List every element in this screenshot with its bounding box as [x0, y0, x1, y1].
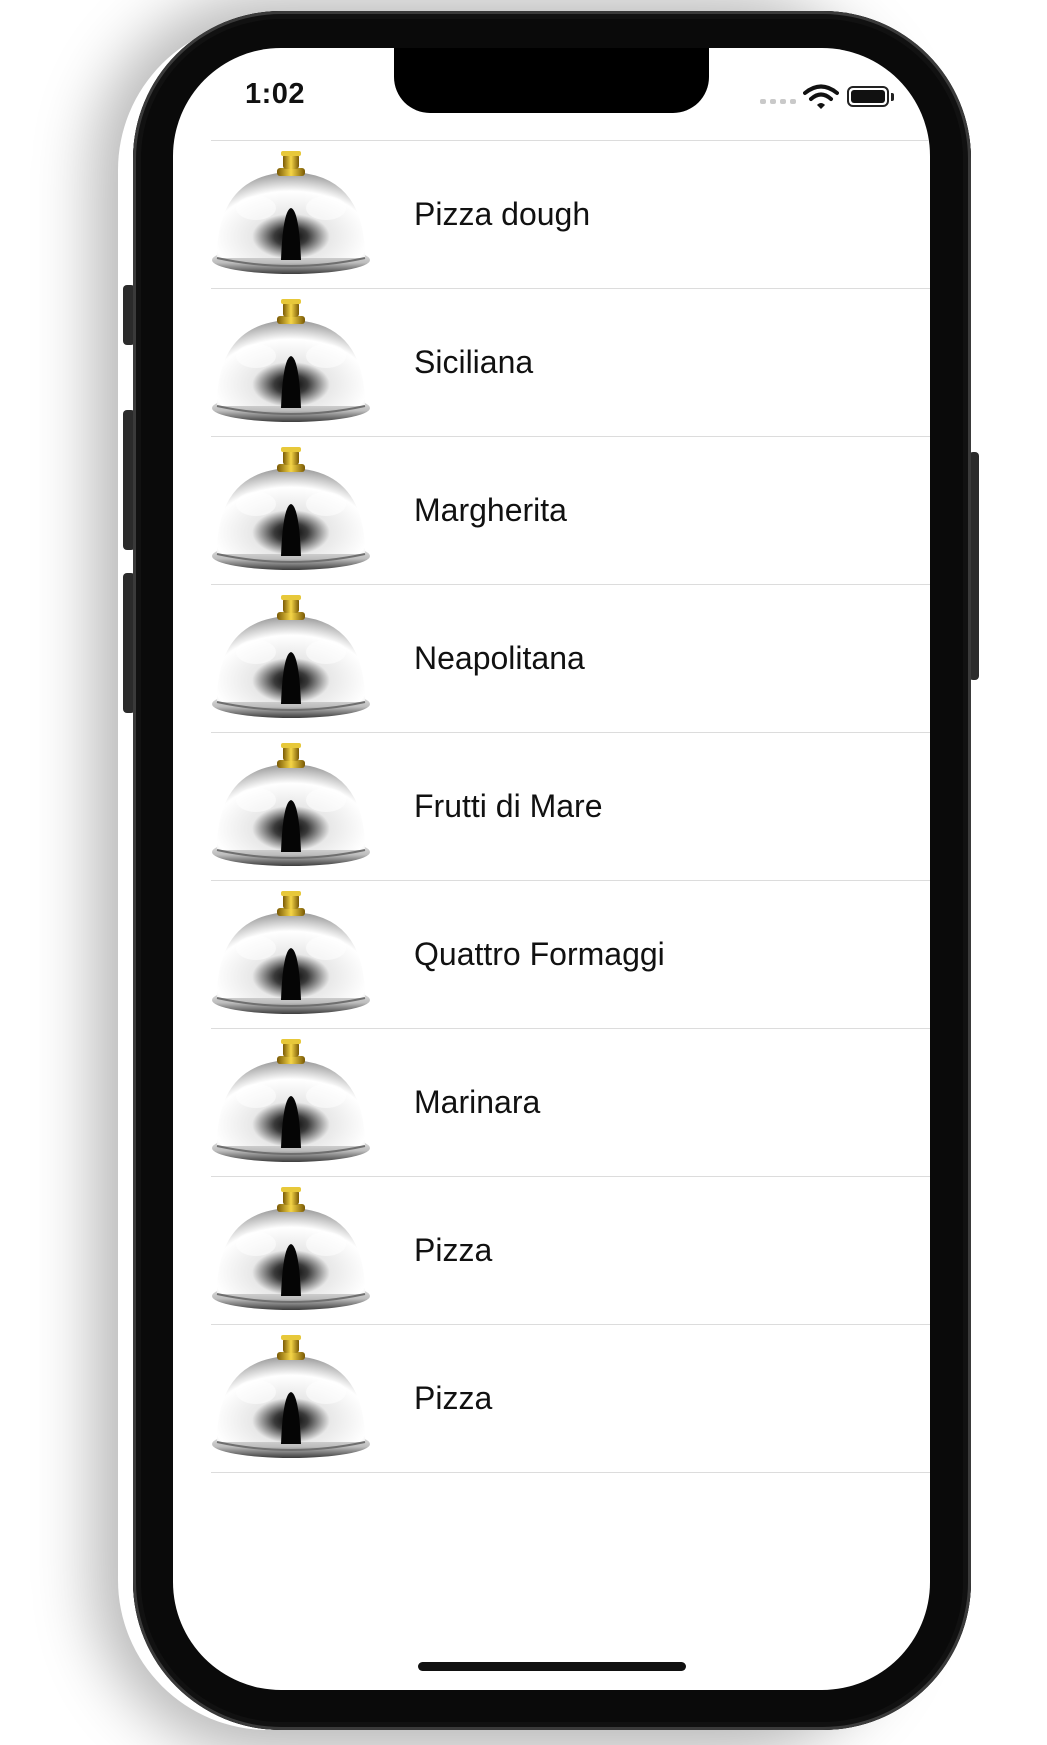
list-item-label: Marinara	[414, 1084, 541, 1120]
list-item-label: Frutti di Mare	[414, 788, 603, 824]
list-item[interactable]: Pizza	[211, 1325, 930, 1473]
cloche-icon	[212, 594, 370, 718]
status-time: 1:02	[245, 78, 306, 110]
list-item-label: Margherita	[414, 492, 567, 528]
list-item[interactable]: Siciliana	[211, 289, 930, 437]
list-item-label: Pizza	[414, 1380, 493, 1416]
list-item[interactable]: Frutti di Mare	[211, 733, 930, 881]
cloche-icon	[212, 1334, 370, 1458]
list-item-label: Pizza dough	[414, 196, 591, 232]
battery-icon	[847, 86, 889, 107]
battery-fill	[851, 90, 885, 103]
cloche-icon	[212, 298, 370, 422]
device-stage: 1:02 Pizza dough Siciliana Margherita Ne…	[0, 0, 1047, 1745]
list-item-label: Neapolitana	[414, 640, 585, 676]
screen: 1:02 Pizza dough Siciliana Margherita Ne…	[173, 48, 930, 1690]
home-indicator[interactable]	[418, 1662, 686, 1671]
cellular-signal-icon	[760, 99, 796, 104]
cloche-icon	[212, 150, 370, 274]
recipe-list: Pizza dough Siciliana Margherita Neapoli…	[211, 140, 930, 1473]
notch	[394, 48, 709, 113]
list-item[interactable]: Pizza dough	[211, 141, 930, 289]
list-item[interactable]: Quattro Formaggi	[211, 881, 930, 1029]
list-item-label: Siciliana	[414, 344, 534, 380]
list-item[interactable]: Margherita	[211, 437, 930, 585]
list-item-label: Quattro Formaggi	[414, 936, 665, 972]
battery-tip	[891, 93, 894, 101]
list-item[interactable]: Pizza	[211, 1177, 930, 1325]
wifi-icon	[803, 84, 839, 109]
list-item-label: Pizza	[414, 1232, 493, 1268]
cloche-icon	[212, 1038, 370, 1162]
cloche-icon	[212, 890, 370, 1014]
list-item[interactable]: Neapolitana	[211, 585, 930, 733]
cloche-icon	[212, 1186, 370, 1310]
cloche-icon	[212, 742, 370, 866]
cloche-icon	[212, 446, 370, 570]
list-item[interactable]: Marinara	[211, 1029, 930, 1177]
